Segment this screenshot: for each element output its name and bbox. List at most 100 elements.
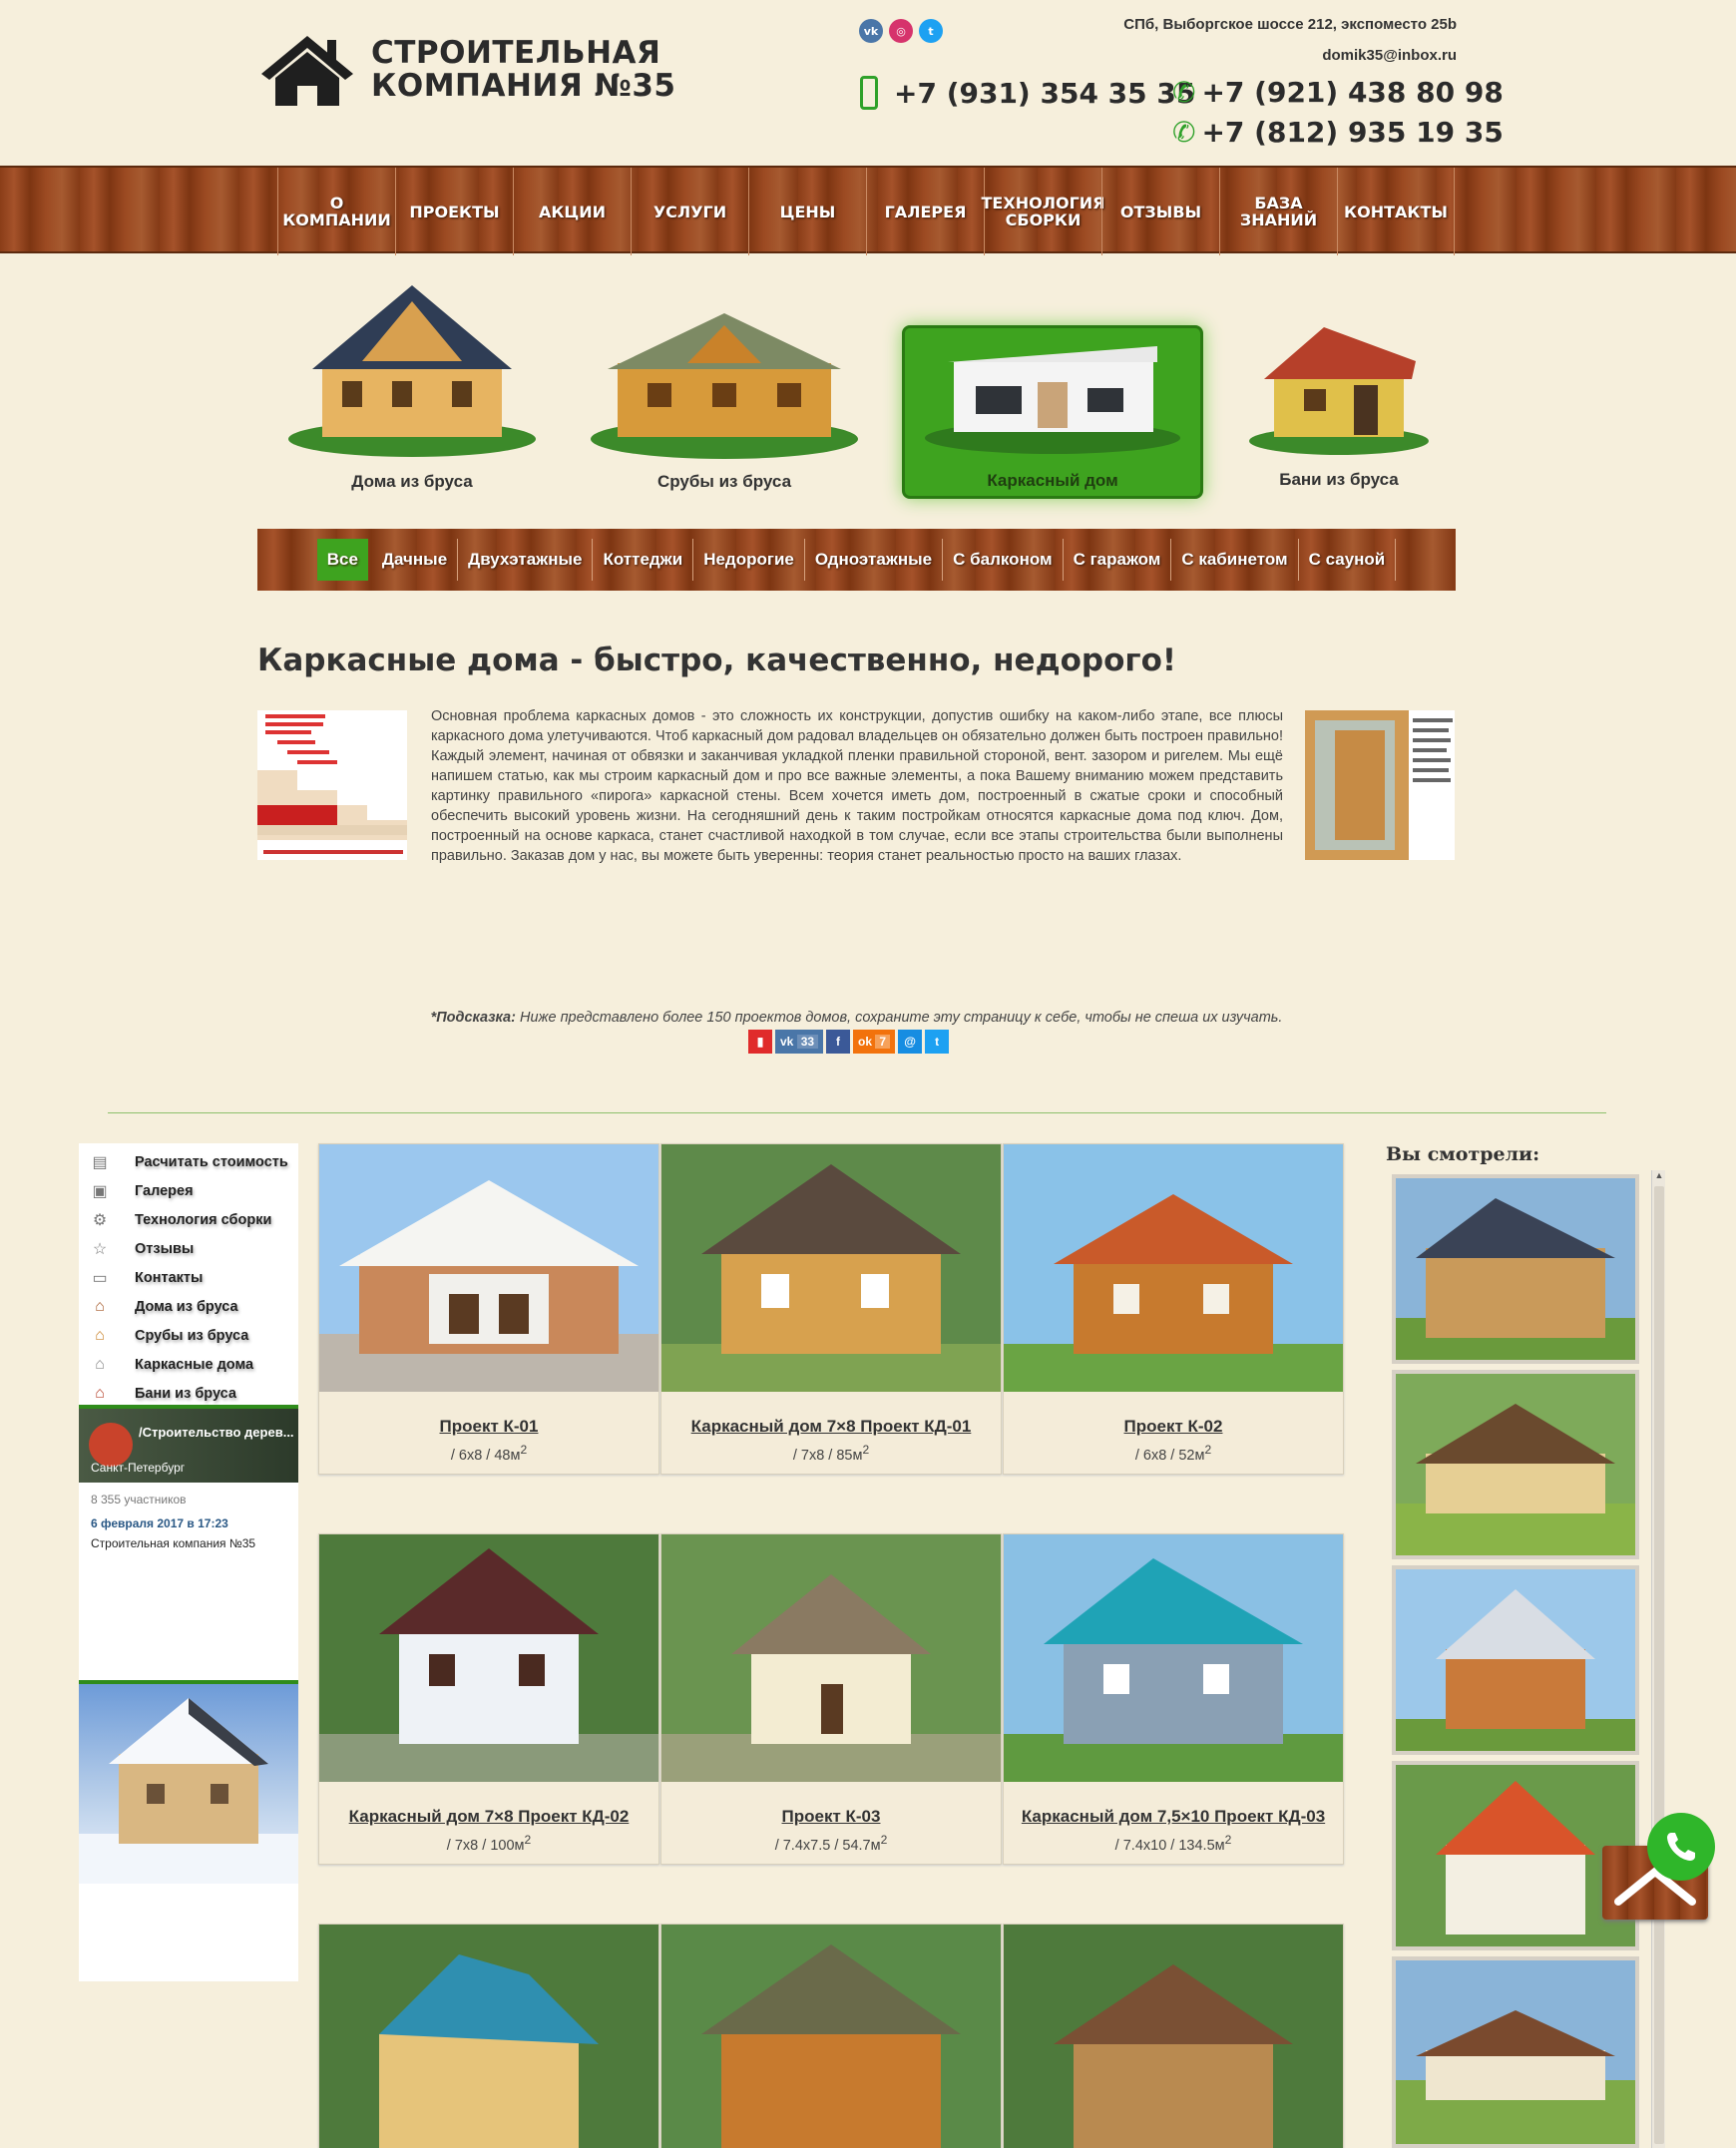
vk-group-widget[interactable]: /Строительство дерев... Санкт-Петербург … bbox=[79, 1405, 298, 1704]
phone-mobile[interactable]: +7 (931) 354 35 35 bbox=[860, 76, 1195, 110]
mail-ru-icon[interactable]: @ bbox=[898, 1030, 923, 1054]
nav-item-projects[interactable]: ПРОЕКТЫ bbox=[395, 168, 513, 255]
project-card[interactable] bbox=[1003, 1924, 1344, 2148]
phone-3[interactable]: ✆ +7 (812) 935 19 35 bbox=[1172, 116, 1504, 149]
sidebar-item-reviews[interactable]: ☆ Отзывы bbox=[79, 1234, 298, 1263]
share-buttons: ▮ vk 33 f ok 7 @ t bbox=[748, 1030, 950, 1054]
project-card[interactable]: Проект К-03 / 7.4х7.5 / 54.7м2 bbox=[660, 1533, 1002, 1865]
project-photo[interactable] bbox=[319, 1534, 658, 1782]
filter-balcony[interactable]: С балконом bbox=[943, 539, 1064, 581]
house-logo-icon bbox=[261, 36, 353, 106]
filter-sauna[interactable]: С сауной bbox=[1299, 539, 1397, 581]
filter-study[interactable]: С кабинетом bbox=[1171, 539, 1299, 581]
viewed-thumb[interactable] bbox=[1392, 1956, 1639, 2148]
project-size-value: / 7х8 / 100м bbox=[446, 1837, 525, 1854]
project-size: / 6х8 / 48м2 bbox=[319, 1443, 658, 1464]
bookmark-icon[interactable]: ▮ bbox=[748, 1030, 772, 1054]
project-photo[interactable] bbox=[1004, 1534, 1343, 1782]
odnoklassniki-share-button[interactable]: ok 7 bbox=[853, 1030, 896, 1054]
project-card[interactable]: Каркасный дом 7×8 Проект КД-02 / 7х8 / 1… bbox=[318, 1533, 659, 1865]
nav-item-prices[interactable]: ЦЕНЫ bbox=[748, 168, 866, 255]
ok-share-count: 7 bbox=[875, 1035, 891, 1049]
viewed-thumb[interactable] bbox=[1392, 1174, 1639, 1364]
nav-item-technology[interactable]: ТЕХНОЛОГИЯ СБОРКИ bbox=[982, 168, 1104, 255]
area-unit-sup: 2 bbox=[1204, 1443, 1212, 1457]
sidebar-item-timber-houses[interactable]: ⌂ Дома из бруса bbox=[79, 1292, 298, 1321]
nav-item-about[interactable]: О КОМПАНИИ bbox=[277, 168, 395, 255]
left-sidebar: ▤ Расчитать стоимость ▣ Галерея ⚙ Технологи… bbox=[79, 1143, 298, 1981]
project-photo[interactable] bbox=[319, 1144, 658, 1392]
project-title[interactable]: Каркасный дом 7,5×10 Проект КД-03 bbox=[1004, 1807, 1343, 1827]
house-thumb-icon: ⌂ bbox=[95, 1355, 105, 1373]
project-card[interactable]: Каркасный дом 7×8 Проект КД-01 / 7х8 / 8… bbox=[660, 1143, 1002, 1475]
project-title[interactable]: Каркасный дом 7×8 Проект КД-01 bbox=[661, 1417, 1001, 1437]
project-card[interactable]: Проект К-02 / 6х8 / 52м2 bbox=[1003, 1143, 1344, 1475]
twitter-icon[interactable]: t bbox=[919, 19, 943, 43]
area-unit-sup: 2 bbox=[524, 1833, 532, 1847]
project-photo[interactable] bbox=[661, 1925, 1001, 2148]
twitter-share-icon[interactable]: t bbox=[925, 1030, 950, 1054]
frame-wall-cutaway-image[interactable] bbox=[1305, 710, 1455, 860]
callback-phone-button[interactable] bbox=[1647, 1813, 1715, 1881]
project-title[interactable]: Проект К-02 bbox=[1004, 1417, 1343, 1437]
nav-item-gallery[interactable]: ГАЛЕРЕЯ bbox=[866, 168, 984, 255]
project-title[interactable]: Проект К-03 bbox=[661, 1807, 1001, 1827]
project-title[interactable]: Каркасный дом 7×8 Проект КД-02 bbox=[319, 1807, 658, 1827]
email-link[interactable]: domik35@inbox.ru bbox=[1322, 47, 1457, 64]
vk-group-name[interactable]: /Строительство дерев... bbox=[139, 1425, 294, 1440]
sidebar-item-calculate[interactable]: ▤ Расчитать стоимость bbox=[79, 1147, 298, 1176]
project-title[interactable]: Проект К-01 bbox=[319, 1417, 658, 1437]
sidebar-item-gallery[interactable]: ▣ Галерея bbox=[79, 1176, 298, 1205]
vk-icon[interactable]: vk bbox=[859, 19, 883, 43]
filter-inexpensive[interactable]: Недорогие bbox=[693, 539, 805, 581]
project-photo[interactable] bbox=[661, 1534, 1001, 1782]
filter-cottages[interactable]: Коттеджи bbox=[593, 539, 694, 581]
project-photo[interactable] bbox=[661, 1144, 1001, 1392]
vk-share-button[interactable]: vk 33 bbox=[775, 1030, 824, 1054]
viewed-scrollbar[interactable]: ▲ bbox=[1651, 1170, 1665, 2148]
sidebar-item-log-cabins[interactable]: ⌂ Срубы из бруса bbox=[79, 1321, 298, 1350]
category-timber-houses[interactable]: Дома из бруса bbox=[277, 281, 547, 492]
sidebar-banner-image[interactable] bbox=[79, 1680, 298, 1884]
project-card[interactable] bbox=[318, 1924, 659, 2148]
project-size-value: / 7.4х7.5 / 54.7м bbox=[774, 1837, 881, 1854]
wall-layers-diagram-image[interactable] bbox=[257, 710, 407, 860]
star-icon: ☆ bbox=[92, 1240, 108, 1258]
nav-item-reviews[interactable]: ОТЗЫВЫ bbox=[1101, 168, 1219, 255]
logo[interactable]: СТРОИТЕЛЬНАЯ КОМПАНИЯ №35 bbox=[257, 30, 675, 110]
project-card[interactable]: Проект К-01 / 6х8 / 48м2 bbox=[318, 1143, 659, 1475]
project-photo[interactable] bbox=[319, 1925, 658, 2148]
sidebar-item-frame-houses[interactable]: ⌂ Каркасные дома bbox=[79, 1350, 298, 1379]
scrollbar-thumb[interactable] bbox=[1654, 1186, 1664, 2144]
project-card[interactable] bbox=[660, 1924, 1002, 2148]
project-size: / 7х8 / 100м2 bbox=[319, 1833, 658, 1854]
contact-card-icon: ▭ bbox=[92, 1269, 108, 1287]
vk-post-date[interactable]: 6 февраля 2017 в 17:23 bbox=[79, 1506, 298, 1530]
phone-2[interactable]: ✆ +7 (921) 438 80 98 bbox=[1172, 76, 1504, 109]
category-frame-house[interactable]: Каркасный дом bbox=[902, 325, 1203, 499]
nav-item-knowledge-base[interactable]: БАЗА ЗНАНИЙ bbox=[1219, 168, 1337, 255]
filter-two-storey[interactable]: Двухэтажные bbox=[458, 539, 594, 581]
filter-garage[interactable]: С гаражом bbox=[1064, 539, 1172, 581]
viewed-thumb[interactable] bbox=[1392, 1565, 1639, 1755]
project-card[interactable]: Каркасный дом 7,5×10 Проект КД-03 / 7.4х… bbox=[1003, 1533, 1344, 1865]
instagram-icon[interactable]: ◎ bbox=[889, 19, 913, 43]
viewed-thumb[interactable] bbox=[1392, 1370, 1639, 1559]
category-log-cabins[interactable]: Срубы из бруса bbox=[585, 303, 864, 492]
category-bathhouses[interactable]: Бани из бруса bbox=[1241, 323, 1437, 490]
project-photo[interactable] bbox=[1004, 1925, 1343, 2148]
bathhouse-image bbox=[1249, 327, 1429, 455]
facebook-icon[interactable]: f bbox=[826, 1030, 851, 1054]
filter-country[interactable]: Дачные bbox=[372, 539, 459, 581]
sidebar-item-technology[interactable]: ⚙ Технология сборки bbox=[79, 1205, 298, 1234]
filter-one-storey[interactable]: Одноэтажные bbox=[805, 539, 944, 581]
filter-all[interactable]: Все bbox=[316, 539, 368, 581]
sidebar-item-contacts[interactable]: ▭ Контакты bbox=[79, 1263, 298, 1292]
nav-item-services[interactable]: УСЛУГИ bbox=[631, 168, 748, 255]
nav-item-contacts[interactable]: КОНТАКТЫ bbox=[1337, 168, 1455, 255]
nav-item-promotions[interactable]: АКЦИИ bbox=[513, 168, 631, 255]
scroll-up-arrow-icon[interactable]: ▲ bbox=[1652, 1170, 1666, 1184]
project-photo[interactable] bbox=[1004, 1144, 1343, 1392]
sidebar-item-bathhouses[interactable]: ⌂ Бани из бруса bbox=[79, 1379, 298, 1408]
project-size: / 7.4х10 / 134.5м2 bbox=[1004, 1833, 1343, 1854]
